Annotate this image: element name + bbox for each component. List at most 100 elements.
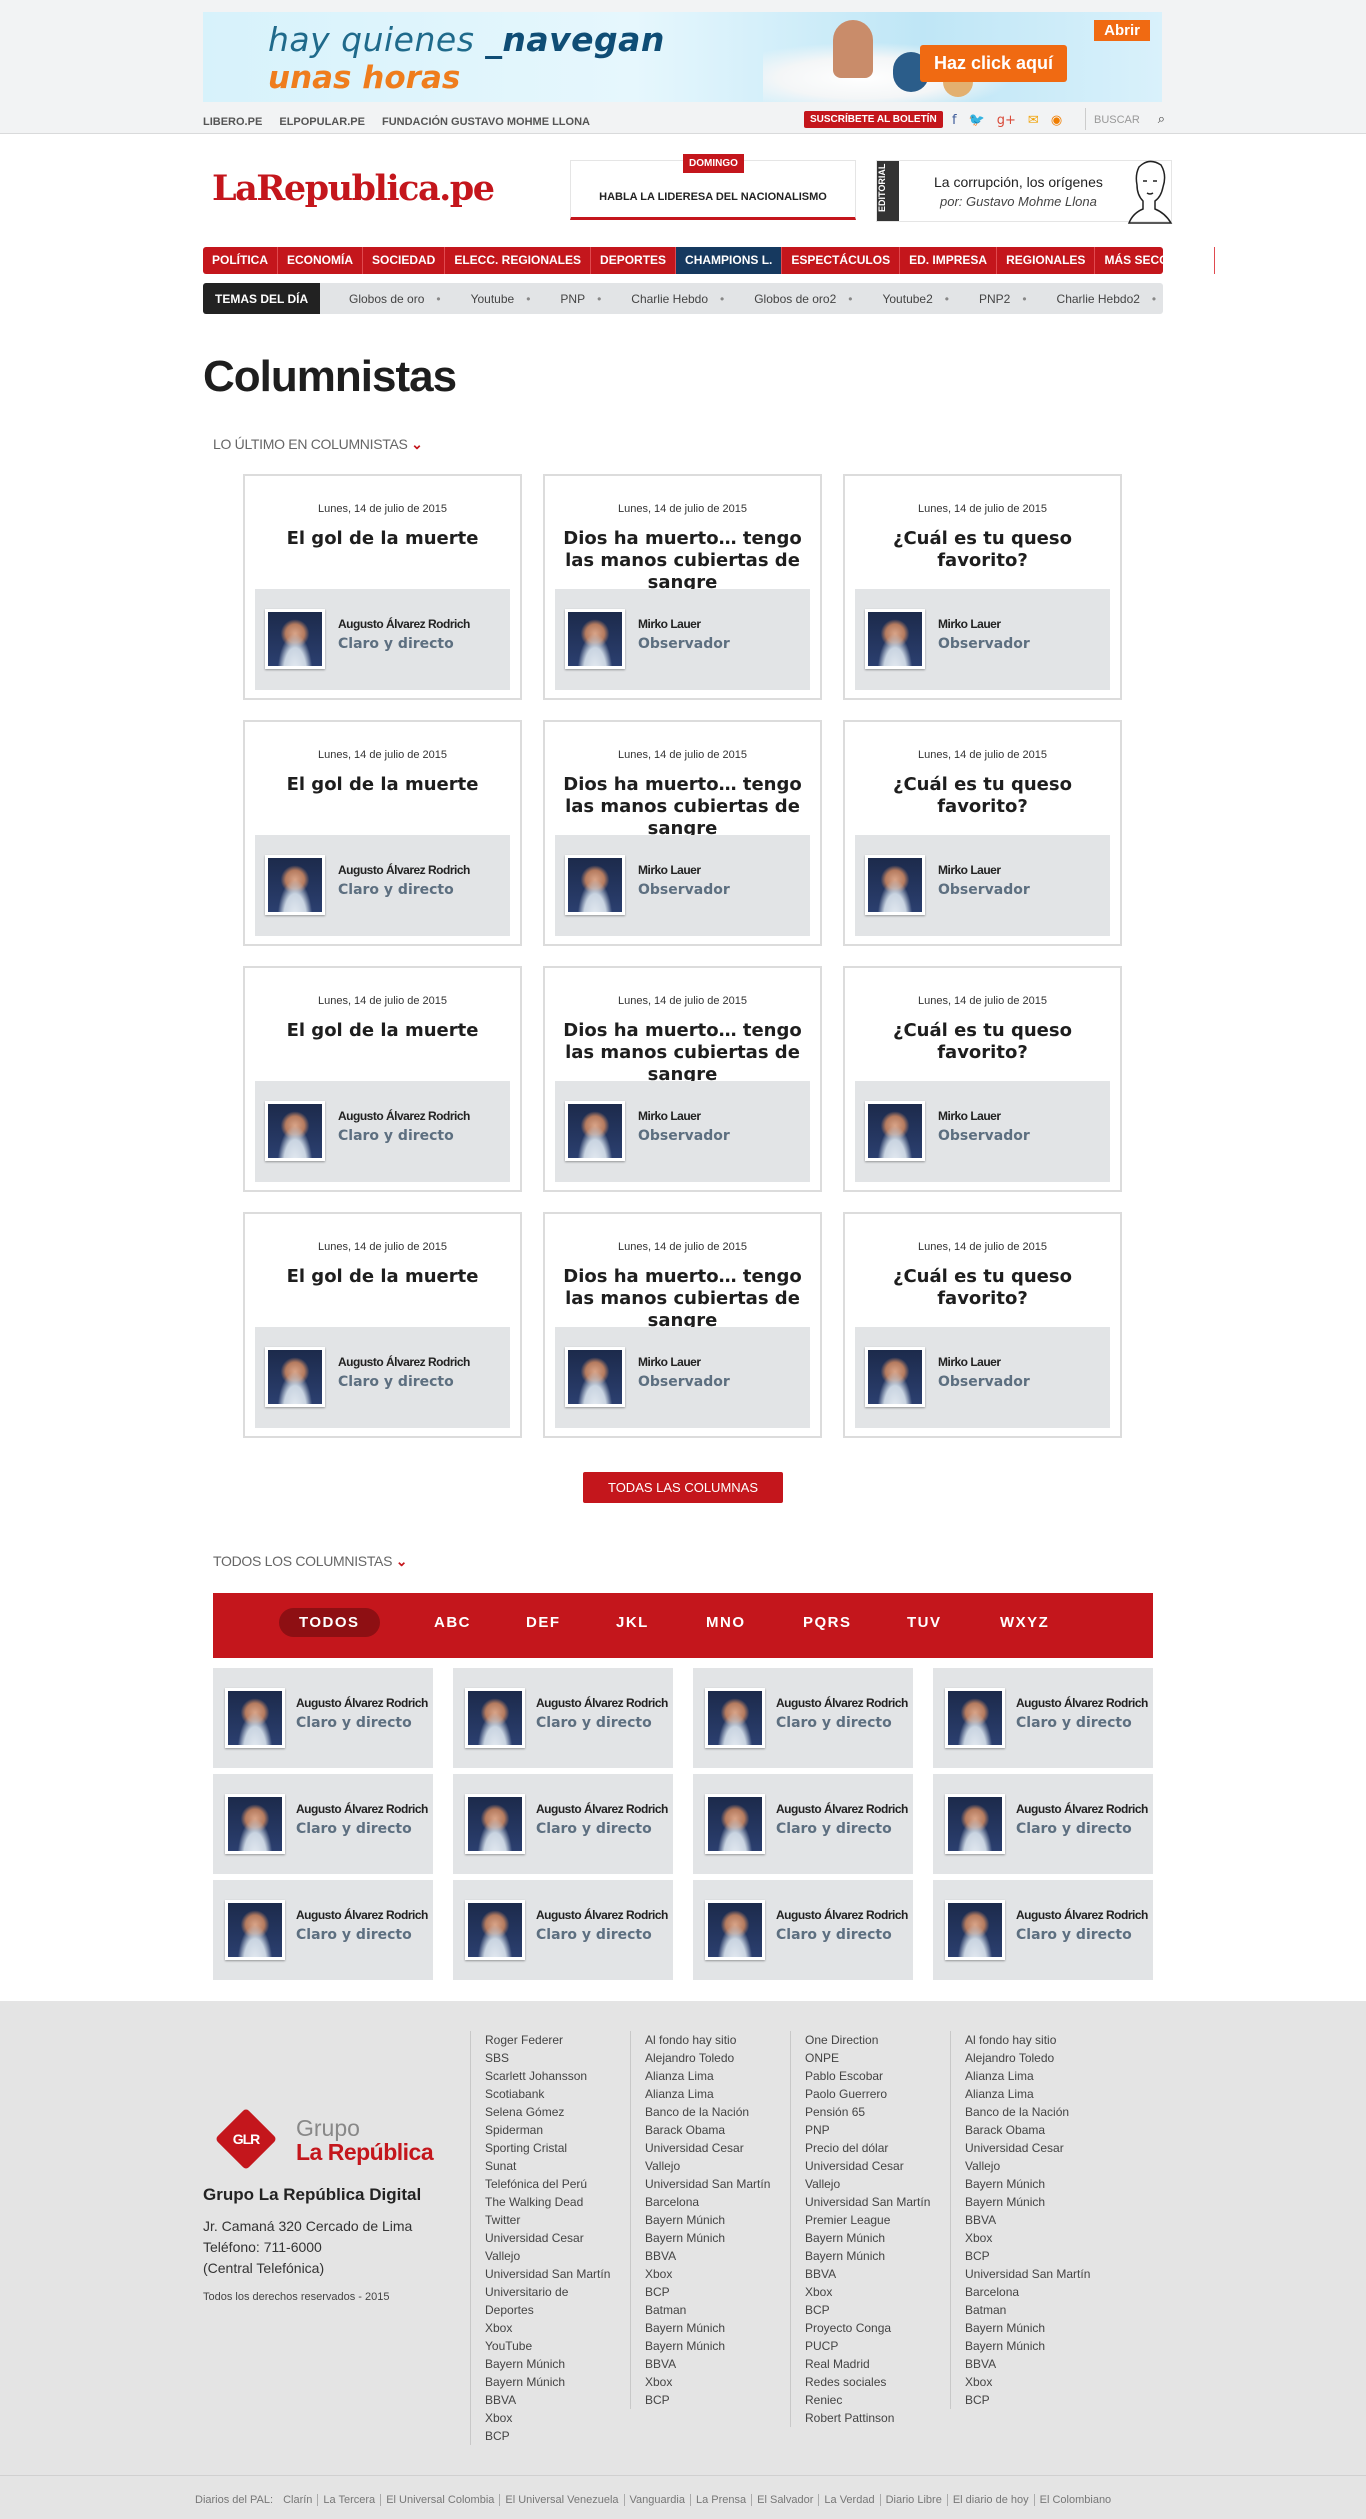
partner-link[interactable]: ELPOPULAR.PE <box>279 116 365 128</box>
alpha-tab-def[interactable]: DEF <box>526 1614 561 1631</box>
column-name[interactable]: Observador <box>638 1128 730 1144</box>
footer-tag-link[interactable]: Universidad Cesar <box>485 2229 610 2247</box>
footer-tag-link[interactable]: Bayern Múnich <box>645 2337 770 2355</box>
column-card[interactable]: Lunes, 14 de julio de 2015 ¿Cuál es tu qu… <box>843 474 1122 700</box>
column-card[interactable]: Lunes, 14 de julio de 2015 ¿Cuál es tu qu… <box>843 966 1122 1192</box>
footer-tag-link[interactable]: SBS <box>485 2049 610 2067</box>
author-name[interactable]: Augusto Álvarez Rodrich <box>536 1908 668 1922</box>
footer-tag-link[interactable]: The Walking Dead <box>485 2193 610 2211</box>
column-name[interactable]: Claro y directo <box>776 1927 892 1943</box>
trending-topic[interactable]: Globos de oro2 <box>754 292 852 306</box>
columnist-card[interactable]: Augusto Álvarez Rodrich Claro y directo <box>213 1880 433 1980</box>
footer-tag-link[interactable]: Batman <box>965 2301 1090 2319</box>
footer-tag-link[interactable]: Vallejo <box>645 2157 770 2175</box>
footer-tag-link[interactable]: Banco de la Nación <box>965 2103 1090 2121</box>
footer-tag-link[interactable]: Xbox <box>805 2283 930 2301</box>
column-title[interactable]: Dios ha muerto… tengo las manos cubierta… <box>557 528 808 594</box>
rss-icon[interactable]: ◉ <box>1051 113 1062 128</box>
author-avatar[interactable] <box>225 1900 285 1960</box>
footer-tag-link[interactable]: Barack Obama <box>645 2121 770 2139</box>
footer-tag-link[interactable]: BCP <box>965 2391 1090 2409</box>
column-card[interactable]: Lunes, 14 de julio de 2015 Dios ha muerto… <box>543 474 822 700</box>
column-name[interactable]: Claro y directo <box>536 1821 652 1837</box>
footer-tag-link[interactable]: Alejandro Toledo <box>965 2049 1090 2067</box>
author-avatar[interactable] <box>705 1794 765 1854</box>
alpha-tab-wxyz[interactable]: WXYZ <box>1000 1614 1049 1631</box>
author-name[interactable]: Mirko Lauer <box>938 1109 1001 1123</box>
footer-tag-link[interactable]: Bayern Múnich <box>645 2211 770 2229</box>
pal-link[interactable]: El Colombiano <box>1040 2494 1117 2506</box>
nav-item-elecc-regionales[interactable]: ELECC. REGIONALES <box>445 247 592 274</box>
footer-tag-link[interactable]: Universidad Cesar <box>805 2157 930 2175</box>
author-avatar[interactable] <box>565 1101 625 1161</box>
column-name[interactable]: Claro y directo <box>776 1715 892 1731</box>
trending-topic[interactable]: Charlie Hebdo2 <box>1057 292 1157 306</box>
author-name[interactable]: Augusto Álvarez Rodrich <box>338 1355 470 1369</box>
column-title[interactable]: El gol de la muerte <box>257 528 508 550</box>
author-avatar[interactable] <box>945 1794 1005 1854</box>
column-card[interactable]: Lunes, 14 de julio de 2015 Dios ha muerto… <box>543 720 822 946</box>
author-avatar[interactable] <box>865 609 925 669</box>
googleplus-icon[interactable]: g+ <box>997 113 1016 128</box>
trending-topic[interactable]: Globos de oro <box>349 292 441 306</box>
columnist-card[interactable]: Augusto Álvarez Rodrich Claro y directo <box>453 1774 673 1874</box>
footer-tag-link[interactable]: Spiderman <box>485 2121 610 2139</box>
footer-tag-link[interactable]: Bayern Múnich <box>485 2355 610 2373</box>
nav-item-ed-impresa[interactable]: ED. IMPRESA <box>900 247 998 274</box>
footer-tag-link[interactable]: Barcelona <box>965 2283 1090 2301</box>
footer-tag-link[interactable]: Bayern Múnich <box>805 2247 930 2265</box>
author-name[interactable]: Augusto Álvarez Rodrich <box>1016 1696 1148 1710</box>
footer-tag-link[interactable]: ONPE <box>805 2049 930 2067</box>
columnist-card[interactable]: Augusto Álvarez Rodrich Claro y directo <box>453 1880 673 1980</box>
author-avatar[interactable] <box>265 855 325 915</box>
footer-tag-link[interactable]: Scarlett Johansson <box>485 2067 610 2085</box>
footer-tag-link[interactable]: Universidad San Martín <box>965 2265 1090 2283</box>
footer-tag-link[interactable]: Redes sociales <box>805 2373 930 2391</box>
footer-tag-link[interactable]: Paolo Guerrero <box>805 2085 930 2103</box>
author-name[interactable]: Augusto Álvarez Rodrich <box>296 1696 428 1710</box>
author-name[interactable]: Augusto Álvarez Rodrich <box>1016 1802 1148 1816</box>
footer-tag-link[interactable]: Pablo Escobar <box>805 2067 930 2085</box>
column-title[interactable]: ¿Cuál es tu queso favorito? <box>857 1266 1108 1310</box>
column-name[interactable]: Claro y directo <box>536 1927 652 1943</box>
author-name[interactable]: Augusto Álvarez Rodrich <box>776 1802 908 1816</box>
column-name[interactable]: Claro y directo <box>296 1715 412 1731</box>
ad-cta-button[interactable]: Haz click aquí <box>920 45 1068 82</box>
footer-tag-link[interactable]: BBVA <box>485 2391 610 2409</box>
column-card[interactable]: Lunes, 14 de julio de 2015 ¿Cuál es tu qu… <box>843 1212 1122 1438</box>
column-name[interactable]: Observador <box>638 1374 730 1390</box>
footer-tag-link[interactable]: Banco de la Nación <box>645 2103 770 2121</box>
footer-tag-link[interactable]: BCP <box>805 2301 930 2319</box>
nav-item-champions-l-[interactable]: CHAMPIONS L. <box>676 247 783 274</box>
alpha-tab-pqrs[interactable]: PQRS <box>803 1614 852 1631</box>
column-card[interactable]: Lunes, 14 de julio de 2015 El gol de la m… <box>243 1212 522 1438</box>
author-name[interactable]: Augusto Álvarez Rodrich <box>776 1696 908 1710</box>
pal-link[interactable]: El Universal Colombia <box>386 2494 501 2506</box>
facebook-icon[interactable]: f <box>952 113 957 128</box>
author-name[interactable]: Augusto Álvarez Rodrich <box>536 1696 668 1710</box>
column-name[interactable]: Claro y directo <box>338 636 454 652</box>
pal-link[interactable]: La Verdad <box>824 2494 881 2506</box>
pal-link[interactable]: El Universal Venezuela <box>505 2494 625 2506</box>
subscribe-button[interactable]: SUSCRÍBETE AL BOLETÍN <box>804 111 943 128</box>
alpha-tab-abc[interactable]: ABC <box>434 1614 471 1631</box>
ad-open-button[interactable]: Abrir <box>1094 20 1150 41</box>
pal-link[interactable]: Diario Libre <box>885 2494 948 2506</box>
footer-tag-link[interactable]: Universitario de <box>485 2283 610 2301</box>
columnist-card[interactable]: Augusto Álvarez Rodrich Claro y directo <box>933 1880 1153 1980</box>
author-name[interactable]: Mirko Lauer <box>938 1355 1001 1369</box>
ad-banner[interactable]: hay quienes _navegan unas horas Abrir Ha… <box>203 12 1162 102</box>
footer-tag-link[interactable]: Vallejo <box>485 2247 610 2265</box>
footer-tag-link[interactable]: YouTube <box>485 2337 610 2355</box>
column-name[interactable]: Observador <box>938 636 1030 652</box>
author-avatar[interactable] <box>265 1347 325 1407</box>
footer-tag-link[interactable]: Xbox <box>965 2373 1090 2391</box>
pal-link[interactable]: El Salvador <box>757 2494 820 2506</box>
author-avatar[interactable] <box>865 1347 925 1407</box>
footer-tag-link[interactable]: Alejandro Toledo <box>645 2049 770 2067</box>
footer-tag-link[interactable]: BBVA <box>965 2211 1090 2229</box>
footer-tag-link[interactable]: Premier League <box>805 2211 930 2229</box>
footer-tag-link[interactable]: BCP <box>645 2391 770 2409</box>
footer-tag-link[interactable]: Real Madrid <box>805 2355 930 2373</box>
column-name[interactable]: Claro y directo <box>338 1128 454 1144</box>
